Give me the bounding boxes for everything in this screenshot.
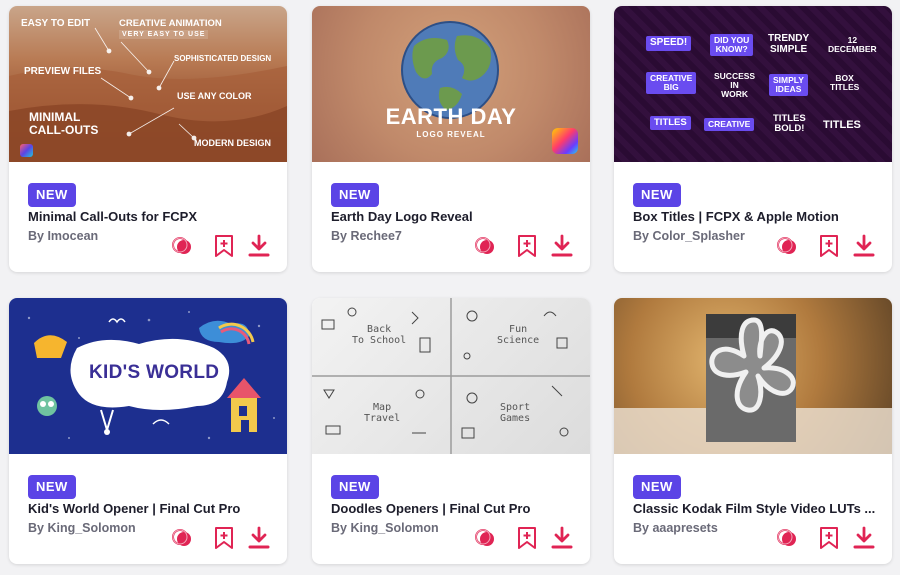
save-button[interactable] (515, 234, 539, 258)
thumbnail-earth-day[interactable]: EARTH DAY LOGO REVEAL (312, 6, 590, 162)
preview-button[interactable] (170, 234, 194, 258)
thumb-text: 12 DECEMBER (828, 35, 877, 54)
thumb-text: CREATIVE (704, 118, 755, 131)
thumb-text: Back To School (352, 324, 407, 346)
thumb-text: SPEED! (646, 36, 692, 51)
download-button[interactable] (550, 234, 574, 258)
preview-circles-icon (475, 529, 494, 546)
thumb-text: BOX TITLES (830, 73, 860, 92)
thumb-subtitle: LOGO REVEAL (416, 130, 486, 139)
bookmark-add-icon (215, 527, 233, 549)
card-title[interactable]: Minimal Call-Outs for FCPX (28, 209, 278, 224)
thumb-text: CREATIVE ANIMATION (119, 18, 222, 29)
fcp-logo-icon (20, 144, 33, 157)
thumb-text: Fun Science (497, 324, 540, 346)
thumb-text: TITLES BOLD! (773, 113, 806, 134)
thumb-text: EASY TO EDIT (21, 18, 91, 29)
card-title[interactable]: Earth Day Logo Reveal (331, 209, 581, 224)
thumbnail-kids-world[interactable]: KID'S WORLD (9, 298, 287, 454)
preview-circles-icon (172, 529, 191, 546)
product-card[interactable]: EARTH DAY LOGO REVEAL NEW Earth Day Logo… (312, 6, 590, 272)
preview-circles-icon (777, 529, 796, 546)
product-card[interactable]: Back To School Fun Science Map Travel Sp… (312, 298, 590, 564)
download-button[interactable] (852, 526, 876, 550)
thumb-text: SOPHISTICATED DESIGN (174, 54, 272, 63)
preview-button[interactable] (473, 234, 497, 258)
preview-circles-icon (777, 237, 796, 254)
thumbnail-box-titles[interactable]: SPEED! DID YOU KNOW? TRENDY SIMPLE 12 DE… (614, 6, 892, 162)
save-button[interactable] (817, 526, 841, 550)
thumb-text: Sport Games (500, 402, 531, 424)
card-author[interactable]: By Rechee7 (331, 229, 402, 243)
preview-button[interactable] (775, 526, 799, 550)
card-title[interactable]: Kid's World Opener | Final Cut Pro (28, 501, 278, 516)
thumb-text: MODERN DESIGN (194, 138, 272, 148)
product-box-image (614, 314, 892, 454)
thumbnail-kodak-luts[interactable] (614, 298, 892, 454)
thumb-text: MINIMAL CALL-OUTS (29, 110, 99, 138)
preview-button[interactable] (170, 526, 194, 550)
download-icon (853, 526, 875, 549)
download-button[interactable] (247, 526, 271, 550)
card-author[interactable]: By Color_Splasher (633, 229, 745, 243)
preview-circles-icon (475, 237, 494, 254)
thumbnail-minimal-callouts[interactable]: EASY TO EDIT CREATIVE ANIMATION VERY EAS… (9, 6, 287, 162)
preview-button[interactable] (775, 234, 799, 258)
save-button[interactable] (212, 526, 236, 550)
thumb-text: CREATIVE BIG (646, 72, 697, 94)
new-badge: NEW (331, 475, 379, 499)
bookmark-add-icon (215, 235, 233, 257)
thumb-text: USE ANY COLOR (177, 91, 252, 101)
product-card[interactable]: KID'S WORLD NEW Kid's World Opener | Fin… (9, 298, 287, 564)
bookmark-add-icon (518, 527, 536, 549)
bookmark-add-icon (820, 235, 838, 257)
save-button[interactable] (212, 234, 236, 258)
card-author[interactable]: By Imocean (28, 229, 98, 243)
thumb-text: VERY EASY TO USE (119, 30, 209, 39)
new-badge: NEW (28, 475, 76, 499)
product-card[interactable]: NEW Classic Kodak Film Style Video LUTs … (614, 298, 892, 564)
thumb-text: TITLES (650, 116, 691, 130)
thumb-title: EARTH DAY (385, 104, 517, 129)
thumb-text: PREVIEW FILES (24, 66, 102, 77)
product-card[interactable]: SPEED! DID YOU KNOW? TRENDY SIMPLE 12 DE… (614, 6, 892, 272)
thumb-text: SUCCESS IN WORK (714, 71, 756, 99)
new-badge: NEW (28, 183, 76, 207)
card-title[interactable]: Doodles Openers | Final Cut Pro (331, 501, 581, 516)
card-title[interactable]: Box Titles | FCPX & Apple Motion (633, 209, 883, 224)
card-author[interactable]: By King_Solomon (331, 521, 439, 535)
thumb-text: DID YOU KNOW? (710, 34, 754, 56)
thumb-text: Map Travel (364, 402, 401, 424)
download-button[interactable] (247, 234, 271, 258)
download-button[interactable] (550, 526, 574, 550)
doodle-grid (312, 298, 590, 454)
card-author[interactable]: By aaapresets (633, 521, 718, 535)
thumb-title: KID'S WORLD (89, 362, 220, 383)
preview-circles-icon (172, 237, 191, 254)
bookmark-add-icon (820, 527, 838, 549)
new-badge: NEW (633, 183, 681, 207)
fcp-logo-icon (552, 128, 578, 154)
product-card[interactable]: EASY TO EDIT CREATIVE ANIMATION VERY EAS… (9, 6, 287, 272)
card-title[interactable]: Classic Kodak Film Style Video LUTs ... (633, 501, 883, 516)
save-button[interactable] (515, 526, 539, 550)
download-button[interactable] (852, 234, 876, 258)
download-icon (248, 526, 270, 549)
download-icon (551, 234, 573, 257)
download-icon (248, 234, 270, 257)
thumbnail-doodles[interactable]: Back To School Fun Science Map Travel Sp… (312, 298, 590, 454)
preview-button[interactable] (473, 526, 497, 550)
save-button[interactable] (817, 234, 841, 258)
thumb-text: SIMPLY IDEAS (769, 74, 808, 96)
thumb-text: TRENDY SIMPLE (768, 33, 810, 55)
bookmark-add-icon (518, 235, 536, 257)
new-badge: NEW (331, 183, 379, 207)
download-icon (853, 234, 875, 257)
download-icon (551, 526, 573, 549)
thumb-text: TITLES (823, 119, 861, 131)
new-badge: NEW (633, 475, 681, 499)
card-author[interactable]: By King_Solomon (28, 521, 136, 535)
